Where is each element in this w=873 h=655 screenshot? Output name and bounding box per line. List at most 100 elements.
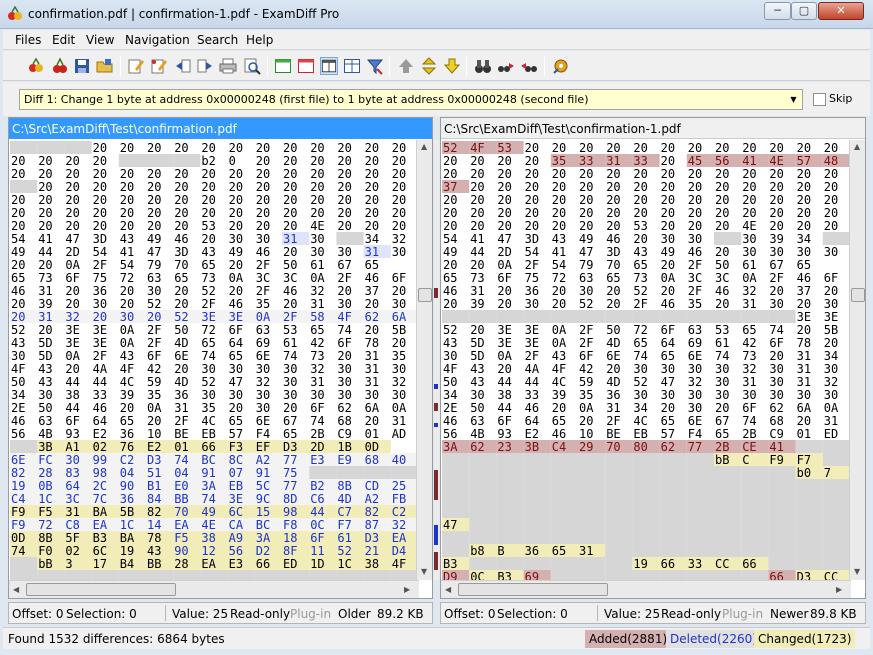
hex-byte[interactable]: 78 [147,531,161,545]
hex-byte[interactable]: 20 [365,141,379,155]
hex-byte[interactable]: 51 [147,466,161,480]
hex-byte[interactable]: 20 [633,141,647,155]
hex-byte[interactable]: 70 [606,440,620,454]
hex-byte[interactable]: 0A [310,271,325,285]
hex-byte[interactable]: 82 [365,505,379,519]
hex-byte[interactable]: 6F [742,401,756,415]
hex-byte[interactable]: 39 [552,388,566,402]
hex-byte[interactable]: 0A [497,349,512,363]
hex-byte[interactable]: 6E [688,349,702,363]
hex-byte[interactable]: CA [229,518,244,532]
hex-byte[interactable]: 30 [769,245,783,259]
hex-byte[interactable]: FB [392,492,406,506]
hex-byte[interactable]: EA [392,531,407,545]
hex-byte[interactable]: 75 [525,271,539,285]
hex-byte[interactable]: 66 [201,440,215,454]
hex-byte[interactable]: 53 [633,219,647,233]
hex-byte[interactable]: 20 [283,219,297,233]
hex-byte[interactable]: 41 [470,232,484,246]
hex-byte[interactable]: 20 [38,219,52,233]
hex-byte[interactable]: 6A [365,401,380,415]
hex-byte[interactable]: 0C [470,570,484,580]
hex-byte[interactable]: 20 [443,258,457,272]
hex-byte[interactable]: EB [229,479,243,493]
hex-byte[interactable]: 20 [688,219,702,233]
scroll-down-icon[interactable]: ▼ [421,567,427,576]
hex-byte[interactable]: 20 [392,219,406,233]
hex-byte[interactable]: 6E [256,414,270,428]
hex-byte[interactable]: 45 [688,154,702,168]
hex-byte[interactable]: 2F [337,271,351,285]
hex-byte[interactable]: 0A [579,401,594,415]
scroll-right-icon[interactable]: ▶ [404,585,410,594]
hex-byte[interactable]: 20 [797,219,811,233]
hex-byte[interactable]: E9 [337,453,351,467]
hex-byte[interactable]: 35 [579,388,593,402]
hex-byte[interactable]: 4D [606,375,620,389]
hex-byte[interactable]: 63 [579,271,593,285]
hex-byte[interactable]: 20 [552,193,566,207]
hex-byte[interactable]: 30 [65,453,79,467]
hex-byte[interactable]: 65 [661,414,675,428]
scroll-left-icon[interactable]: ◀ [445,585,451,594]
hex-byte[interactable]: 30 [824,362,838,376]
hex-byte[interactable]: 31 [365,362,379,376]
hex-byte[interactable]: 20 [497,219,511,233]
hex-byte[interactable]: 31 [283,232,297,246]
hex-byte[interactable]: 2B [715,440,729,454]
hex-byte[interactable]: 20 [392,336,406,350]
hex-byte[interactable]: 20 [824,167,838,181]
hex-byte[interactable]: 46 [443,414,457,428]
hex-byte[interactable]: 2F [769,271,783,285]
hex-byte[interactable]: 43 [120,232,134,246]
hex-byte[interactable]: 20 [174,362,188,376]
hex-byte[interactable]: 47 [497,232,511,246]
hex-byte[interactable]: CD [365,479,379,493]
hex-byte[interactable]: 5D [470,349,484,363]
hex-byte[interactable]: 62 [661,440,675,454]
hex-byte[interactable]: 20 [606,362,620,376]
hex-byte[interactable]: 4F [337,310,351,324]
hex-byte[interactable]: 0A [824,401,839,415]
hex-byte[interactable]: 52 [337,544,351,558]
hex-byte[interactable]: 31 [824,414,838,428]
hex-byte[interactable]: 3C [65,492,79,506]
hex-byte[interactable]: 4D [174,336,188,350]
hex-byte[interactable]: 20 [715,245,729,259]
hex-byte[interactable]: 20 [688,206,702,220]
chevron-down-icon[interactable]: ▼ [785,90,802,109]
hex-byte[interactable]: 20 [797,180,811,194]
hex-byte[interactable]: 20 [797,323,811,337]
hex-byte[interactable]: 20 [661,284,675,298]
hex-byte[interactable]: 19 [11,479,25,493]
hex-byte[interactable]: 20 [742,206,756,220]
hex-byte[interactable]: 93 [65,427,79,441]
hex-byte[interactable]: 2E [11,401,25,415]
hex-byte[interactable]: 20 [11,154,25,168]
hex-byte[interactable]: 43 [443,336,457,350]
hex-byte[interactable]: 20 [65,154,79,168]
hex-byte[interactable]: 78 [365,336,379,350]
hex-byte[interactable]: EA [93,518,108,532]
hex-byte[interactable]: 20 [147,219,161,233]
hex-byte[interactable]: 30 [392,362,406,376]
hex-byte[interactable]: 31 [797,375,811,389]
hex-byte[interactable]: 30 [256,401,270,415]
hex-byte[interactable]: 49 [443,245,457,259]
hex-byte[interactable]: 6F [337,336,351,350]
hex-byte[interactable]: 52 [11,323,25,337]
hex-byte[interactable]: 44 [497,375,511,389]
hex-byte[interactable]: 20 [38,206,52,220]
hex-byte[interactable]: D3 [283,440,297,454]
hex-byte[interactable]: C4 [11,492,25,506]
hex-byte[interactable]: BC [201,453,215,467]
hex-byte[interactable]: 20 [661,206,675,220]
hex-byte[interactable]: 20 [120,219,134,233]
hex-byte[interactable]: 65 [283,427,297,441]
hex-byte[interactable]: 70 [606,258,620,272]
hex-byte[interactable]: 20 [174,206,188,220]
hex-byte[interactable]: 6F [497,271,511,285]
hex-byte[interactable]: 20 [661,219,675,233]
split-pane-icon[interactable] [297,57,315,75]
hex-byte[interactable]: 98 [283,505,297,519]
